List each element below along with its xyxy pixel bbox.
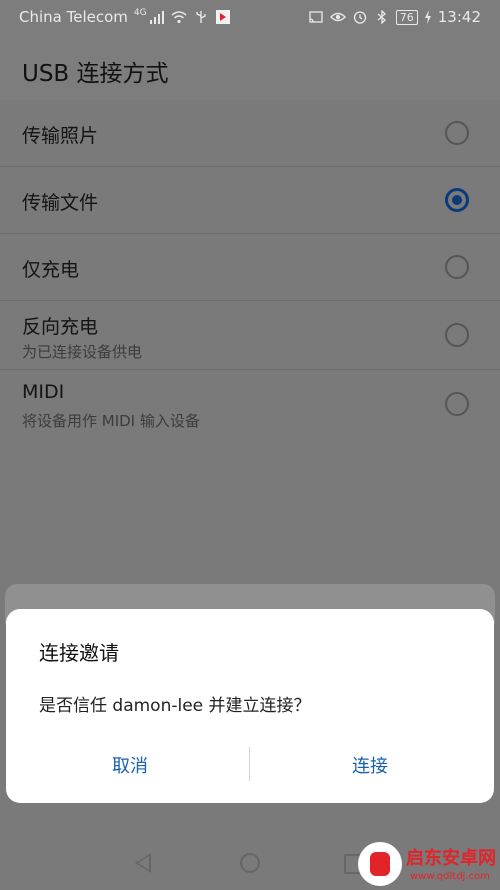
dialog-title: 连接邀请 (39, 641, 119, 665)
cancel-button[interactable]: 取消 (10, 749, 250, 785)
network-type-label: 4G (133, 8, 147, 18)
option-reverse-charge[interactable]: 反向充电 为已连接设备供电 (0, 301, 500, 370)
radio-button[interactable] (445, 323, 469, 347)
alarm-icon (353, 11, 366, 24)
battery-indicator: 76 (395, 9, 418, 25)
signal-icon (149, 11, 164, 24)
watermark-url: www.qdltdj.com (410, 871, 490, 882)
status-bar: China Telecom 4G 76 13:42 (0, 0, 500, 34)
option-label: 传输照片 (22, 125, 99, 147)
app-notification-icon (215, 10, 230, 24)
eye-comfort-icon (329, 12, 346, 22)
option-midi[interactable]: MIDI 将设备用作 MIDI 输入设备 (0, 370, 500, 438)
clock: 13:42 (437, 8, 481, 26)
carrier-name: China Telecom (19, 8, 128, 26)
bluetooth-icon (377, 10, 386, 24)
radio-button[interactable] (445, 255, 469, 279)
option-description: 为已连接设备供电 (22, 343, 143, 361)
charging-icon (424, 10, 431, 24)
radio-button[interactable] (445, 392, 469, 416)
option-description: 将设备用作 MIDI 输入设备 (22, 412, 200, 430)
connection-invite-dialog: 连接邀请 是否信任 damon-lee 并建立连接？ 取消 连接 (6, 609, 494, 803)
dialog-message: 是否信任 damon-lee 并建立连接？ (39, 696, 311, 716)
watermark-name: 启东安卓网 (406, 848, 496, 869)
back-icon[interactable] (135, 853, 151, 873)
option-transfer-files[interactable]: 传输文件 (0, 167, 500, 234)
option-label: 传输文件 (22, 192, 99, 214)
radio-button[interactable] (445, 121, 469, 145)
option-label: MIDI (22, 381, 65, 403)
usb-icon (195, 11, 206, 23)
page-title: USB 连接方式 (22, 61, 169, 87)
wifi-icon (171, 11, 187, 24)
option-label: 反向充电 (22, 316, 99, 338)
home-icon[interactable] (240, 853, 260, 873)
option-label: 仅充电 (22, 259, 80, 281)
radio-button-selected[interactable] (445, 188, 469, 212)
option-charge-only[interactable]: 仅充电 (0, 234, 500, 301)
app-header: USB 连接方式 (0, 34, 500, 100)
watermark-logo-icon (358, 842, 402, 886)
connect-button[interactable]: 连接 (250, 749, 490, 785)
option-transfer-photos[interactable]: 传输照片 (0, 100, 500, 167)
cast-icon (309, 11, 323, 23)
watermark: 启东安卓网 www.qdltdj.com (358, 842, 500, 889)
